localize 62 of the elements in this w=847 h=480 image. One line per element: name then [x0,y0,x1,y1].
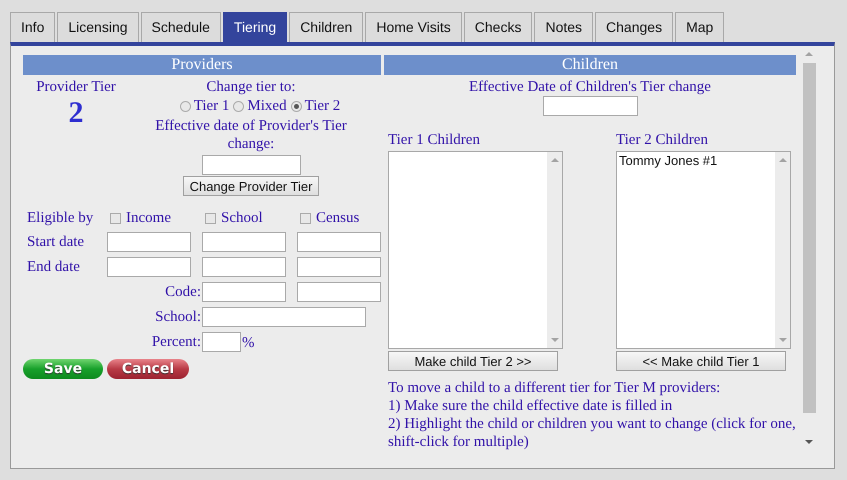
radio-button[interactable] [180,100,191,112]
end-date-field[interactable] [297,257,381,277]
code-field[interactable] [202,282,286,302]
radio-label: Mixed [247,97,287,115]
start-date-label: Start date [27,233,86,251]
radio-button[interactable] [290,100,302,112]
provider-tier-value: 2 [68,96,84,130]
school-label: School: [155,308,201,326]
code-label: Code: [165,283,201,301]
radio-button[interactable] [233,100,244,112]
end-date-label: End date [27,258,81,276]
start-date-field[interactable] [107,232,191,252]
provider-tier-label: Provider Tier [36,78,116,96]
instruction-text: 2) Highlight the child or children you want to change (click for one, shift-click for multiple) [388,415,796,451]
radio-label: Tier 2 [304,97,340,115]
list-item[interactable]: Tommy Jones #1 [617,152,775,169]
list-scrollbar[interactable] [775,152,790,348]
cancel-button[interactable]: Cancel [107,359,189,379]
effective-date-field[interactable] [202,155,300,175]
percent-field[interactable] [202,332,241,352]
tab[interactable]: Children [289,12,364,42]
start-date-field[interactable] [297,232,381,252]
end-date-field[interactable] [202,257,286,277]
tab[interactable]: Tiering [222,12,288,42]
percent-label: Percent: [152,333,201,351]
tab[interactable]: Schedule [140,12,221,42]
instruction-text: To move a child to a different tier for Tier M providers: [388,379,722,397]
section-header: Children [384,55,796,75]
children-effective-date-label: Effective Date of Children's Tier change [469,78,711,96]
make-tier2-button[interactable]: Make child Tier 2 >> [388,351,558,371]
code-field[interactable] [297,282,381,302]
effective-date-label: Effective date of Provider's Tier change: [154,117,348,153]
tier1-children-list[interactable] [388,151,563,349]
school-field[interactable] [202,307,366,327]
tier1-children-label: Tier 1 Children [388,131,481,149]
section-header: Providers [23,55,381,75]
make-tier1-button[interactable]: << Make child Tier 1 [616,351,786,371]
checkbox[interactable] [205,212,216,224]
start-date-field[interactable] [202,232,286,252]
tab[interactable]: Changes [595,12,674,42]
tab[interactable]: Home Visits [365,12,462,42]
checkbox[interactable] [110,212,121,224]
checkbox-label: Census [316,209,360,227]
checkbox[interactable] [300,212,311,224]
eligible-label: Eligible by [27,209,94,227]
tab[interactable]: Map [675,12,724,42]
checkbox-label: Income [126,209,171,227]
list-scrollbar[interactable] [547,152,562,348]
tier2-children-label: Tier 2 Children [616,131,709,149]
change-tier-label: Change tier to: [206,78,296,96]
tier2-children-list[interactable]: Tommy Jones #1 [616,151,791,349]
tab[interactable]: Notes [534,12,594,42]
checkbox-label: School [221,209,263,227]
instruction-text: 1) Make sure the child effective date is filled in [388,397,674,415]
percent-sign: % [242,334,254,352]
radio-label: Tier 1 [194,97,230,115]
tab[interactable]: Licensing [57,12,139,42]
tab[interactable]: Info [10,12,56,42]
children-effective-date-field[interactable] [542,96,638,116]
end-date-field[interactable] [107,257,191,277]
tab[interactable]: Checks [464,12,532,42]
change-tier-button[interactable]: Change Provider Tier [182,176,320,196]
